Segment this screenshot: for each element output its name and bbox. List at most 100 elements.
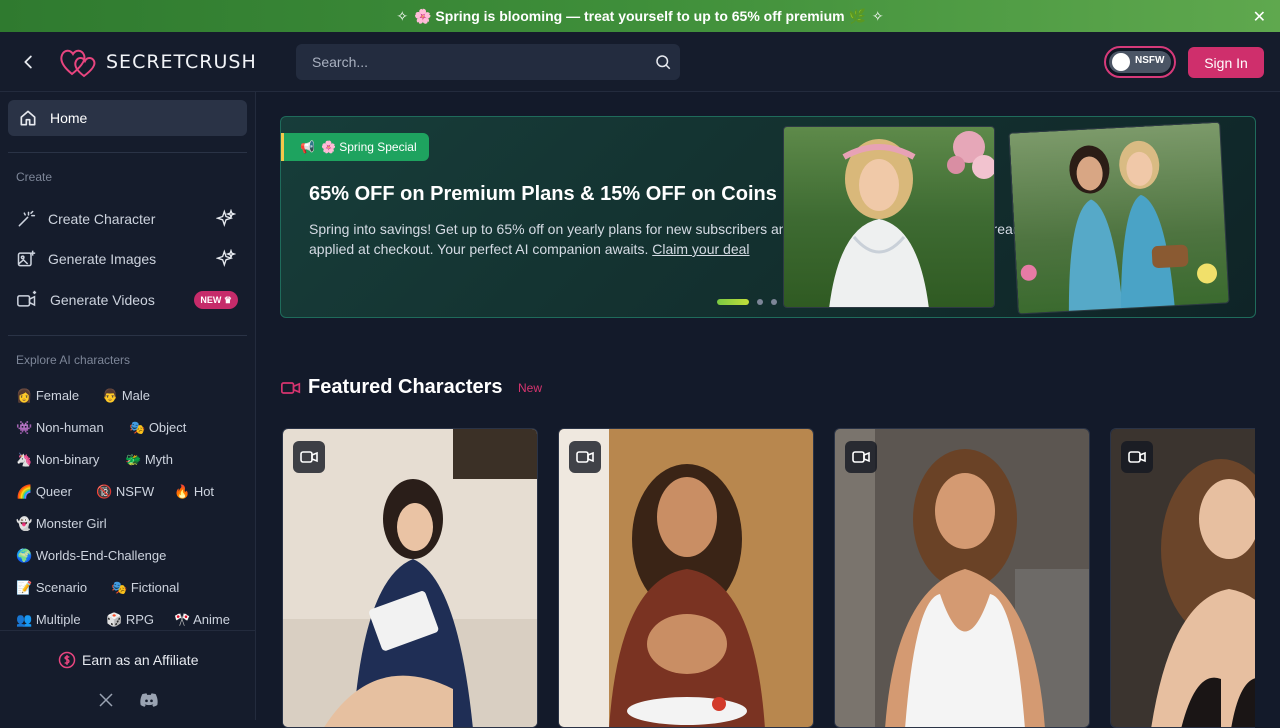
sidebar: Home Create Create Character Generate Im… <box>0 92 256 720</box>
sidebar-item-home[interactable]: Home <box>8 100 247 136</box>
create-character-item[interactable]: Create Character <box>16 205 240 233</box>
affiliate-link[interactable]: Earn as an Affiliate <box>58 651 198 669</box>
carousel-dot[interactable] <box>771 299 777 305</box>
heart-logo-icon <box>60 49 96 78</box>
hero-title: 65% OFF on Premium Plans & 15% OFF on Co… <box>309 183 777 205</box>
memo-emoji-icon: 📝 <box>16 580 33 595</box>
top-header: SECRETCRUSH NSFW Sign In <box>0 32 1280 92</box>
adult-emoji-icon: 🔞 <box>96 484 113 499</box>
x-twitter-icon[interactable] <box>97 691 115 709</box>
masks-emoji-icon: 🎭 <box>129 420 146 435</box>
tag-non-human[interactable]: 👾 Non-human <box>16 420 104 436</box>
male-emoji-icon: 👨 <box>102 388 119 403</box>
nsfw-label: NSFW <box>1135 55 1165 66</box>
tag-nsfw[interactable]: 🔞 NSFW <box>96 484 154 500</box>
character-card[interactable] <box>834 428 1090 728</box>
video-plus-icon <box>17 290 37 307</box>
character-card[interactable] <box>282 428 538 728</box>
tag-fictional[interactable]: 🎭 Fictional <box>111 580 179 596</box>
video-badge <box>293 441 325 473</box>
tag-label: Female <box>35 388 80 403</box>
sparkle-icon: ✧ <box>871 7 884 24</box>
crown-icon: ♛ <box>223 294 232 305</box>
badge-text: 🌸 Spring Special <box>320 140 417 154</box>
tag-monster-girl[interactable]: 👻 Monster Girl <box>16 516 107 532</box>
tag-label: Non-binary <box>35 452 100 467</box>
sign-in-button[interactable]: Sign In <box>1188 47 1264 78</box>
video-camera-icon <box>1128 451 1146 463</box>
tag-myth[interactable]: 🐲 Myth <box>125 452 173 468</box>
tag-anime[interactable]: 🎌 Anime <box>174 612 230 628</box>
tag-label: Male <box>121 388 150 403</box>
hero-carousel[interactable]: 📢 🌸 Spring Special 65% OFF on Premium Pl… <box>280 116 1256 318</box>
tag-label: Queer <box>35 484 72 499</box>
tag-non-binary[interactable]: 🦄 Non-binary <box>16 452 99 468</box>
generate-images-label: Generate Images <box>48 251 157 267</box>
video-camera-icon <box>281 382 301 394</box>
character-image <box>559 429 813 727</box>
tag-label: Multiple <box>35 612 81 627</box>
promo-banner[interactable]: ✧ 🌸 Spring is blooming — treat yourself … <box>0 0 1280 32</box>
divider <box>8 335 247 336</box>
sparkles-icon <box>216 249 236 267</box>
generate-videos-label: Generate Videos <box>50 292 155 308</box>
logo-text: SECRETCRUSH <box>106 51 257 73</box>
toggle-knob <box>1112 53 1130 71</box>
search-input[interactable] <box>296 44 636 80</box>
people-emoji-icon: 👥 <box>16 612 33 627</box>
magic-wand-icon <box>18 210 36 227</box>
tag-label: Non-human <box>35 420 104 435</box>
carousel-dot[interactable] <box>757 299 763 305</box>
rainbow-emoji-icon: 🌈 <box>16 484 33 499</box>
affiliate-label: Earn as an Affiliate <box>82 652 199 668</box>
tag-worlds-end-challenge[interactable]: 🌍 Worlds-End-Challenge <box>16 548 166 564</box>
tag-hot[interactable]: 🔥 Hot <box>174 484 214 500</box>
search-icon[interactable] <box>654 53 672 71</box>
tag-label: Fictional <box>130 580 180 595</box>
tag-female[interactable]: 👩 Female <box>16 388 79 404</box>
claim-deal-link[interactable]: Claim your deal <box>652 241 749 257</box>
tag-queer[interactable]: 🌈 Queer <box>16 484 72 500</box>
tag-rpg[interactable]: 🎲 RPG <box>106 612 154 628</box>
tag-object[interactable]: 🎭 Object <box>129 420 186 436</box>
new-badge-text: NEW <box>200 295 222 305</box>
nsfw-toggle[interactable]: NSFW <box>1104 46 1176 78</box>
card-clip <box>1100 428 1255 728</box>
character-image <box>1111 429 1255 727</box>
tag-label: Object <box>148 420 187 435</box>
video-camera-icon <box>576 451 594 463</box>
carousel-dot-active[interactable] <box>717 299 749 305</box>
video-badge <box>569 441 601 473</box>
discord-icon[interactable] <box>139 691 159 709</box>
tag-male[interactable]: 👨 Male <box>102 388 150 404</box>
female-emoji-icon: 👩 <box>16 388 33 403</box>
image-plus-icon <box>17 250 36 267</box>
logo[interactable]: SECRETCRUSH <box>58 45 257 79</box>
search-box <box>296 44 680 80</box>
close-icon[interactable]: ✕ <box>1253 7 1266 27</box>
character-card[interactable] <box>1110 428 1255 728</box>
tag-scenario[interactable]: 📝 Scenario <box>16 580 87 596</box>
character-image <box>835 429 1089 727</box>
hero-image-2 <box>1008 121 1230 315</box>
generate-videos-item[interactable]: Generate Videos NEW ♛ <box>16 286 240 314</box>
masks-emoji-icon: 🎭 <box>111 580 128 595</box>
alien-emoji-icon: 👾 <box>16 420 33 435</box>
tag-label: NSFW <box>115 484 155 499</box>
tag-label: Hot <box>193 484 215 499</box>
character-card[interactable] <box>558 428 814 728</box>
dollar-coin-icon <box>58 651 76 669</box>
generate-images-item[interactable]: Generate Images <box>16 245 240 273</box>
tag-label: Scenario <box>35 580 88 595</box>
new-tab-link[interactable]: New <box>518 381 542 395</box>
hero-image-1 <box>783 126 995 308</box>
home-icon <box>20 110 36 126</box>
tag-label: Anime <box>193 612 230 627</box>
ghost-emoji-icon: 👻 <box>16 516 33 531</box>
tag-multiple[interactable]: 👥 Multiple <box>16 612 81 628</box>
unicorn-emoji-icon: 🦄 <box>16 452 33 467</box>
chevron-left-icon[interactable] <box>18 51 40 73</box>
video-badge <box>1121 441 1153 473</box>
tag-label: Monster Girl <box>35 516 107 531</box>
promo-text: 🌸 Spring is blooming — treat yourself to… <box>414 7 866 24</box>
